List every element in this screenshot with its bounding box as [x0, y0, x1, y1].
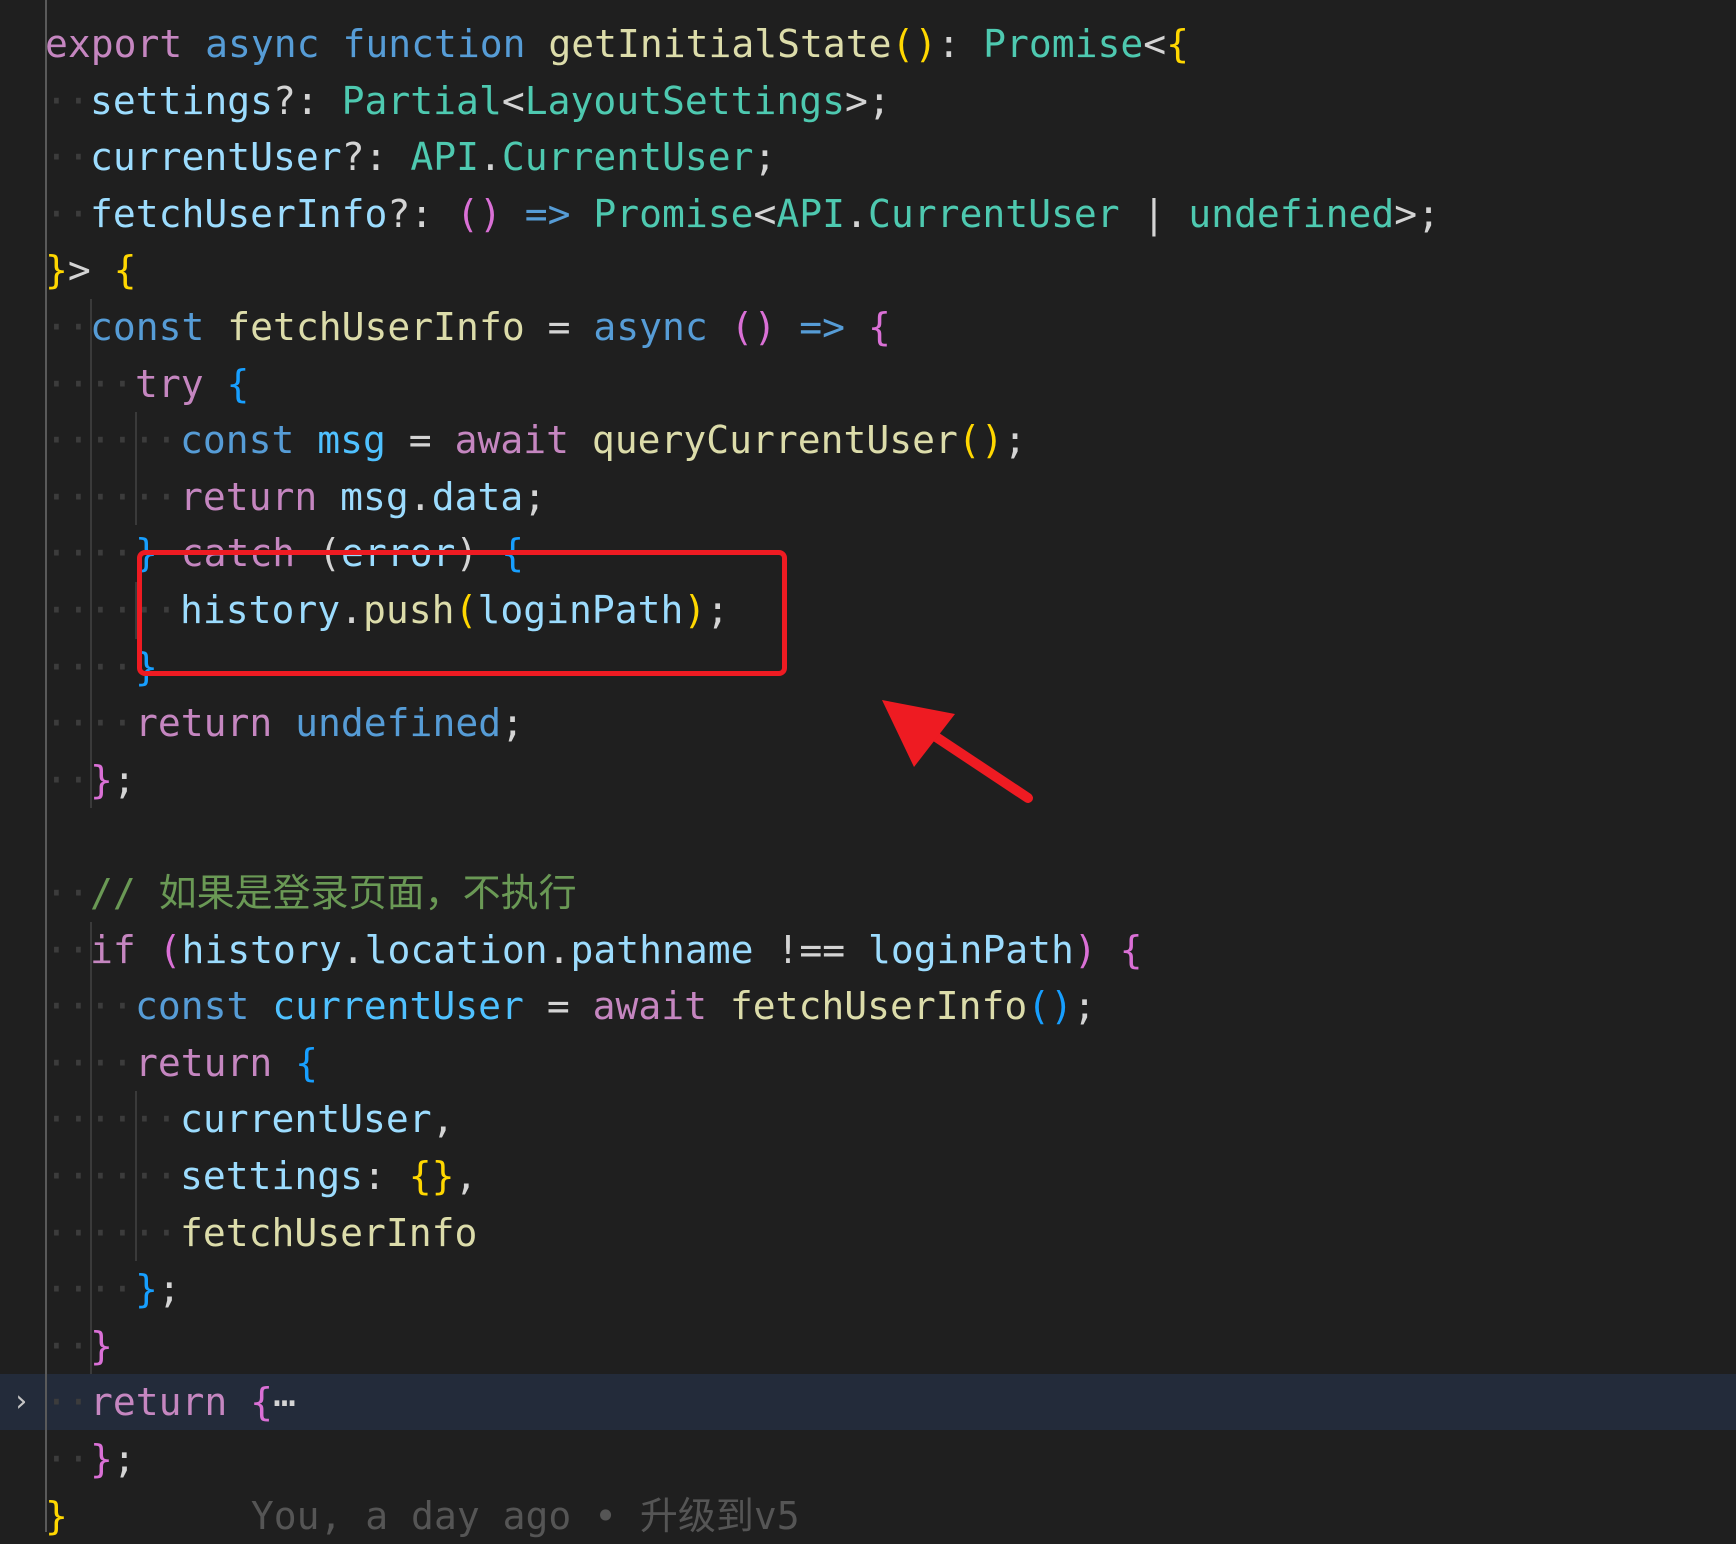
red-arrow-icon	[882, 700, 1033, 803]
